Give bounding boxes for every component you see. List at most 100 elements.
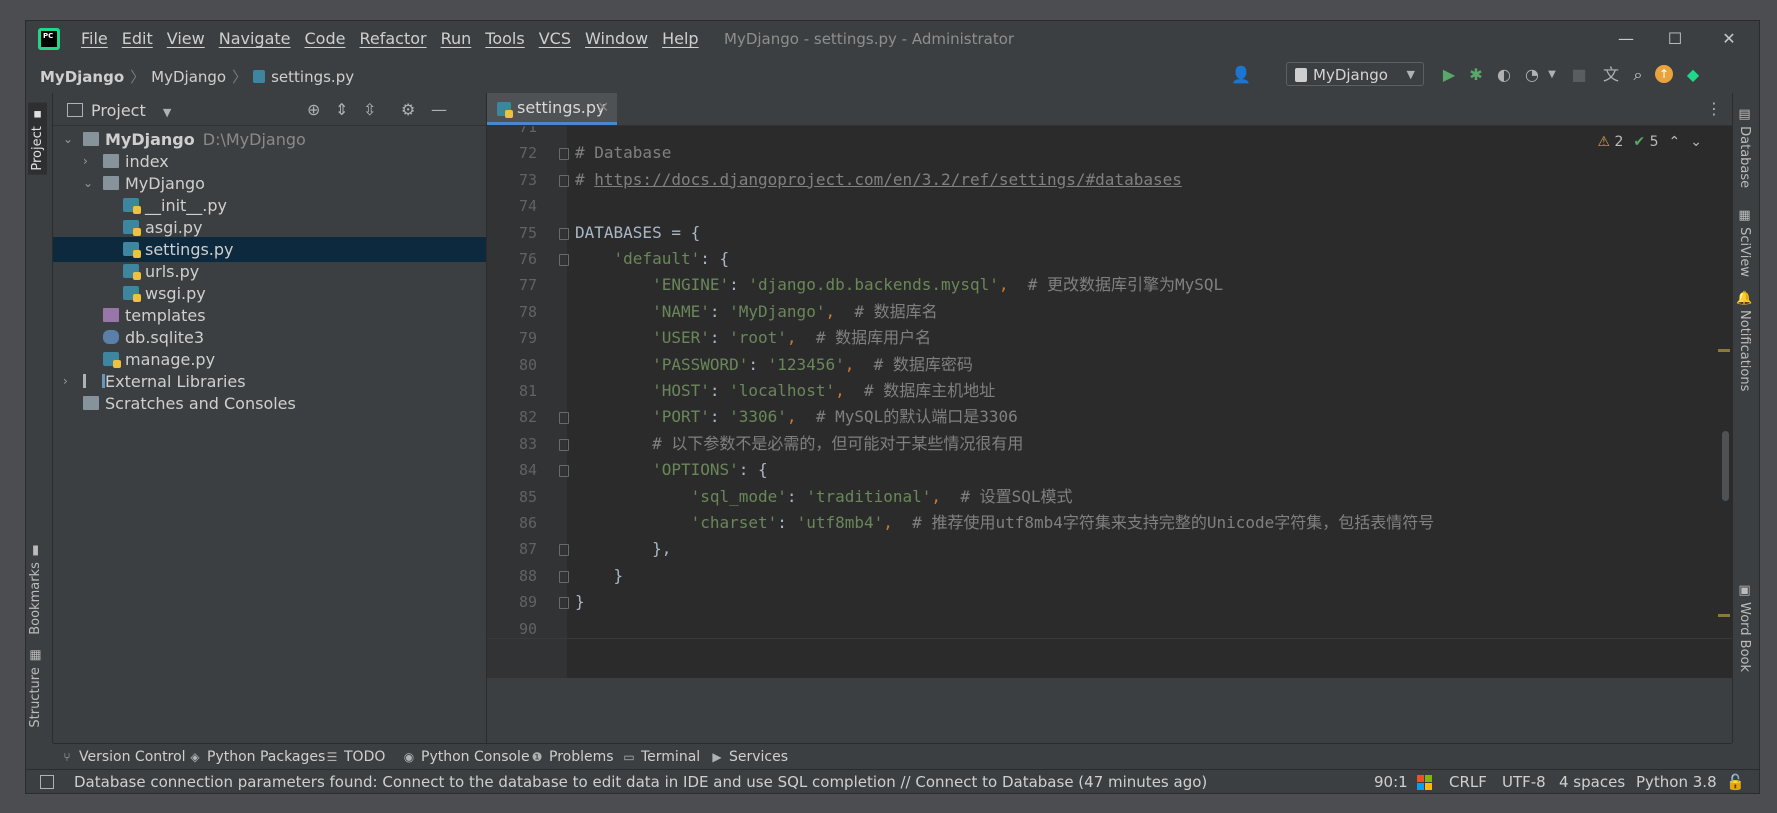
tab-structure[interactable]: Structure ▦ <box>28 648 43 728</box>
tab-database[interactable]: ▤ Database <box>1737 107 1752 188</box>
fold-marker-icon[interactable] <box>559 174 569 187</box>
tab-settings-py[interactable]: settings.py ✕ <box>487 93 617 125</box>
translate-icon[interactable]: 文 <box>1601 65 1621 85</box>
chevron-down-icon[interactable]: ⌄ <box>1690 134 1702 150</box>
code-line[interactable]: 86 'charset': 'utf8mb4', # 推荐使用utf8mb4字符… <box>487 510 1732 536</box>
fold-marker-icon[interactable] <box>559 438 569 451</box>
code-line[interactable]: 88 } <box>487 563 1732 589</box>
scroll-marker[interactable] <box>1718 349 1730 352</box>
toolwindow-python-packages[interactable]: ◈ Python Packages <box>189 749 325 765</box>
breadcrumb-file[interactable]: settings.py <box>271 68 354 86</box>
toggle-tool-windows-icon[interactable] <box>40 775 54 789</box>
menu-window[interactable]: Window <box>585 29 648 48</box>
code-line[interactable]: 89} <box>487 589 1732 615</box>
code-line[interactable]: 76 'default': { <box>487 246 1732 272</box>
code-line[interactable]: 72 # Database <box>487 140 1732 166</box>
tab-notifications[interactable]: 🔔 Notifications <box>1737 290 1752 391</box>
menu-refactor[interactable]: Refactor <box>359 29 426 48</box>
toolwindow-todo[interactable]: ☰ TODO <box>326 749 386 765</box>
more-options-icon[interactable]: ⋮ <box>1706 99 1722 118</box>
maximize-button[interactable]: ☐ <box>1655 25 1695 53</box>
code-line[interactable]: 79 'USER': 'root', # 数据库用户名 <box>487 325 1732 351</box>
menu-code[interactable]: Code <box>305 29 346 48</box>
minimize-button[interactable]: — <box>1606 25 1646 53</box>
menu-run[interactable]: Run <box>441 29 472 48</box>
code-line[interactable]: 77 'ENGINE': 'django.db.backends.mysql',… <box>487 272 1732 298</box>
code-line[interactable]: 80 'PASSWORD': '123456', # 数据库密码 <box>487 352 1732 378</box>
close-icon[interactable]: ✕ <box>597 93 609 123</box>
code-line[interactable]: 81 'HOST': 'localhost', # 数据库主机地址 <box>487 378 1732 404</box>
line-separator[interactable]: CRLF <box>1449 773 1487 791</box>
lock-icon[interactable]: 🔓 <box>1726 773 1745 791</box>
fold-marker-icon[interactable] <box>559 254 569 266</box>
toolwindow-python-console[interactable]: ◉ Python Console <box>403 749 530 765</box>
update-icon[interactable]: ↑ <box>1655 65 1673 83</box>
code-line[interactable]: 82 'PORT': '3306', # MySQL的默认端口是3306 <box>487 404 1732 430</box>
hide-panel-icon[interactable]: — <box>431 100 447 119</box>
tab-sciview[interactable]: ▦ SciView <box>1737 208 1752 277</box>
pycharm-logo-icon[interactable]: PC <box>38 28 60 50</box>
menu-navigate[interactable]: Navigate <box>219 29 291 48</box>
toolwindow-version-control[interactable]: ⑂ Version Control <box>61 749 185 765</box>
inspection-widget[interactable]: ⚠ 2 ✔ 5 ⌃ ⌄ <box>1597 134 1702 150</box>
code-line[interactable]: 75 DATABASES = { <box>487 220 1732 246</box>
menu-edit[interactable]: Edit <box>122 29 153 48</box>
fold-marker-icon[interactable] <box>559 148 569 161</box>
caret-position[interactable]: 90:1 <box>1374 773 1408 791</box>
indent-setting[interactable]: 4 spaces <box>1559 773 1625 791</box>
code-line[interactable]: 78 'NAME': 'MyDjango', # 数据库名 <box>487 299 1732 325</box>
menu-help[interactable]: Help <box>662 29 698 48</box>
expand-all-icon[interactable]: ⇕ <box>335 100 348 119</box>
stop-icon[interactable]: ■ <box>1569 65 1589 85</box>
fold-marker-icon[interactable] <box>559 597 569 610</box>
code-line[interactable]: 74 <box>487 193 1732 219</box>
fold-marker-icon[interactable] <box>559 465 569 478</box>
code-line[interactable]: 71 <box>487 126 1732 140</box>
code-token: # MySQL的默认端口是3306 <box>815 407 1018 427</box>
menu-vcs[interactable]: VCS <box>539 29 571 48</box>
profile-icon[interactable]: ◔ <box>1522 65 1542 85</box>
breadcrumb-package[interactable]: MyDjango <box>151 68 226 86</box>
code-line[interactable]: 83 # 以下参数不是必需的，但可能对于某些情况很有用 <box>487 431 1732 457</box>
breadcrumb-project[interactable]: MyDjango <box>40 68 124 86</box>
run-icon[interactable]: ▶ <box>1439 65 1459 85</box>
toolwindow-problems[interactable]: ❶ Problems <box>531 749 614 765</box>
locate-icon[interactable]: ⊕ <box>307 100 320 119</box>
code-token: # 以下参数不是必需的，但可能对于某些情况很有用 <box>652 433 1024 453</box>
vertical-scrollbar[interactable] <box>1722 431 1729 501</box>
search-icon[interactable]: ⌕ <box>1628 65 1648 85</box>
run-configuration-select[interactable]: MyDjango ▼ <box>1286 62 1424 86</box>
scroll-marker[interactable] <box>1718 614 1730 617</box>
gear-icon[interactable]: ⚙ <box>401 100 415 119</box>
user-account-icon[interactable]: 👤 <box>1231 65 1251 85</box>
fold-marker-icon[interactable] <box>559 544 569 557</box>
coverage-icon[interactable]: ◐ <box>1494 65 1514 85</box>
project-view-select[interactable]: Project ▼ <box>67 101 171 120</box>
fold-marker-icon[interactable] <box>559 227 569 240</box>
chevron-down-icon[interactable]: ▼ <box>1542 65 1562 85</box>
menu-file[interactable]: File <box>81 29 108 48</box>
menu-tools[interactable]: Tools <box>485 29 524 48</box>
fold-marker-icon[interactable] <box>559 570 569 583</box>
tab-word-book[interactable]: ▣ Word Book <box>1737 583 1752 672</box>
status-message[interactable]: Database connection parameters found: Co… <box>74 773 1207 791</box>
code-line[interactable]: 85 'sql_mode': 'traditional', # 设置SQL模式 <box>487 484 1732 510</box>
file-encoding[interactable]: UTF-8 <box>1502 773 1546 791</box>
tree-item[interactable]: Scratches and Consoles <box>53 391 486 416</box>
tab-bookmarks[interactable]: Bookmarks ▮ <box>28 543 43 635</box>
toolwindow-services[interactable]: ▶ Services <box>711 749 788 765</box>
chevron-up-icon[interactable]: ⌃ <box>1669 134 1681 150</box>
debug-icon[interactable]: ✱ <box>1466 65 1486 85</box>
collapse-all-icon[interactable]: ⇳ <box>363 100 376 119</box>
menu-view[interactable]: View <box>167 29 205 48</box>
code-line[interactable]: 73 # https://docs.djangoproject.com/en/3.… <box>487 167 1732 193</box>
fold-marker-icon[interactable] <box>559 412 569 425</box>
tab-project[interactable]: Project ▪ <box>28 103 47 175</box>
code-line[interactable]: 84 'OPTIONS': { <box>487 457 1732 483</box>
code-editor[interactable]: 71 72 # Database 73 # https://docs.djangopro… <box>487 126 1732 678</box>
toolwindow-terminal[interactable]: ▭ Terminal <box>623 749 700 765</box>
code-line[interactable]: 87 }, <box>487 536 1732 562</box>
close-window-button[interactable]: ✕ <box>1709 25 1749 53</box>
python-interpreter[interactable]: Python 3.8 <box>1636 773 1717 791</box>
jetbrains-ai-icon[interactable]: ◆ <box>1683 65 1703 85</box>
